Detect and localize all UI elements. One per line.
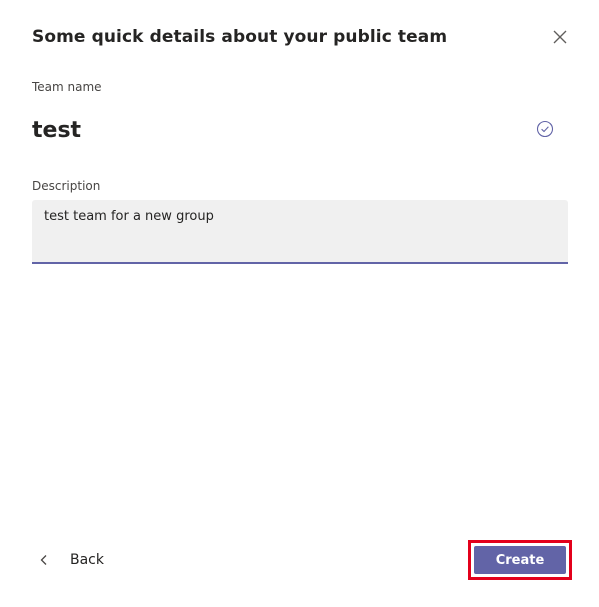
team-name-input[interactable] — [32, 113, 532, 147]
chevron-left-icon — [38, 553, 50, 567]
dialog-title: Some quick details about your public tea… — [32, 27, 448, 47]
create-button[interactable]: Create — [474, 546, 566, 574]
back-button[interactable]: Back — [38, 548, 104, 572]
description-input[interactable]: test team for a new group — [32, 200, 568, 264]
close-icon — [553, 30, 567, 44]
create-team-dialog: Some quick details about your public tea… — [0, 0, 599, 607]
team-name-label: Team name — [32, 80, 102, 94]
back-label: Back — [70, 552, 104, 568]
close-button[interactable] — [551, 28, 569, 46]
check-circle-icon — [536, 120, 554, 138]
description-label: Description — [32, 179, 101, 193]
